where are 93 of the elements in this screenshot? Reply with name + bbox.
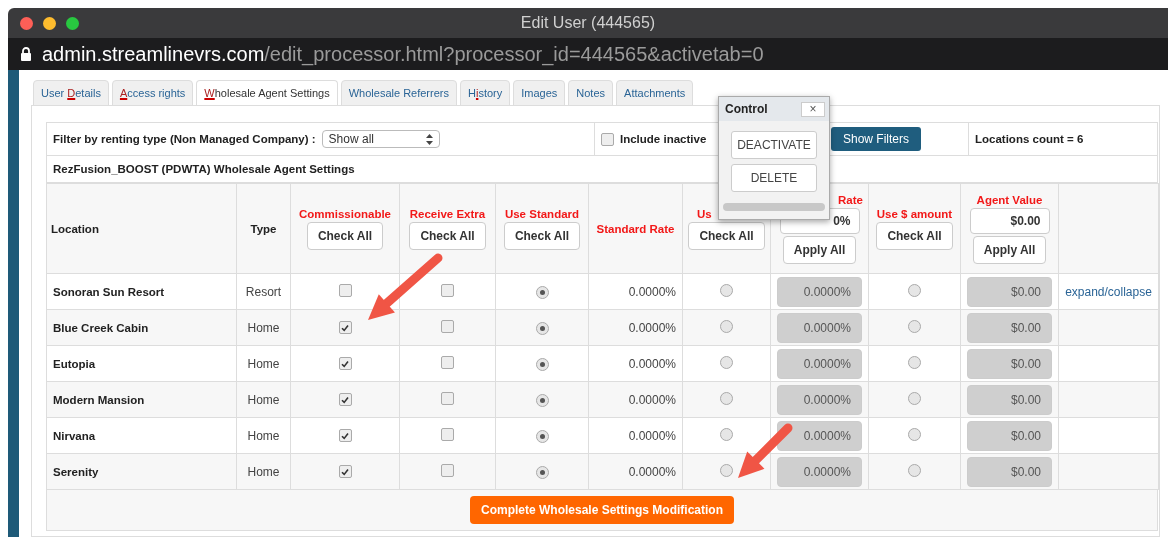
radio-button[interactable] — [908, 283, 921, 297]
tab[interactable]: Notes — [568, 80, 614, 106]
check-all-button[interactable]: Check All — [876, 221, 953, 250]
tab[interactable]: Access rights — [111, 80, 194, 106]
input-field[interactable]: $0.00 — [969, 207, 1050, 234]
column-header: Use Standard — [504, 207, 580, 220]
radio-button[interactable] — [720, 319, 733, 333]
type-text: Home — [247, 320, 280, 335]
radio-button[interactable] — [720, 355, 733, 369]
checkbox[interactable] — [441, 427, 454, 441]
include-inactive-label: Include inactive — [620, 133, 707, 145]
radio-button[interactable] — [720, 427, 733, 441]
column-header: Use $ amount — [876, 207, 953, 220]
popup-button[interactable]: DEACTIVATE — [731, 131, 817, 159]
radio-button[interactable] — [535, 466, 549, 479]
url-host: admin.streamlinevrs.com — [42, 42, 265, 65]
checkbox[interactable] — [601, 132, 614, 146]
type-text: Home — [247, 428, 280, 443]
rate-text: 0.0000% — [628, 464, 676, 479]
column-header: Agent Value — [976, 193, 1043, 206]
radio-button[interactable] — [535, 394, 549, 407]
checkbox[interactable] — [441, 319, 454, 333]
minimize-dot-icon[interactable] — [43, 16, 56, 30]
tab[interactable]: Wholesale Referrers — [340, 80, 457, 106]
window-title: Edit User (444565) — [520, 14, 656, 32]
popup-button[interactable]: DELETE — [731, 164, 817, 192]
radio-button[interactable] — [908, 427, 921, 441]
radio-button[interactable] — [720, 391, 733, 405]
check-all-button[interactable]: Check All — [409, 221, 486, 250]
radio-button[interactable] — [908, 319, 921, 333]
popup-title: Control — [725, 102, 768, 116]
apply-all-button[interactable]: Apply All — [972, 235, 1047, 264]
radio-button[interactable] — [535, 322, 549, 335]
radio-button[interactable] — [535, 286, 549, 299]
column-header: Location — [51, 222, 99, 235]
radio-button[interactable] — [535, 358, 549, 371]
rate-text: 0.0000% — [628, 284, 676, 299]
checkbox[interactable] — [338, 465, 352, 478]
column-header: Commissionable — [299, 207, 391, 220]
rate-text: 0.0000% — [628, 320, 676, 335]
checkbox[interactable] — [441, 463, 454, 477]
show-filters-button[interactable]: Show Filters — [831, 127, 922, 151]
location-name: Blue Creek Cabin — [53, 321, 149, 334]
checkbox[interactable] — [338, 357, 352, 370]
tab[interactable]: Wholesale Agent Settings — [196, 80, 338, 106]
rate-text: 0.0000% — [628, 428, 676, 443]
apply-all-button[interactable]: Apply All — [782, 235, 857, 264]
rate-text: 0.0000% — [628, 356, 676, 371]
tab[interactable]: History — [460, 80, 511, 106]
location-name: Modern Mansion — [53, 393, 145, 406]
radio-button[interactable] — [535, 430, 549, 443]
check-all-button[interactable]: Check All — [306, 221, 384, 250]
updown-arrows-icon — [425, 133, 433, 145]
url-path: /edit_processor.html?processor_id=444565&activetab=0 — [264, 42, 764, 66]
checkbox[interactable] — [441, 355, 454, 369]
type-text: Home — [247, 356, 280, 371]
radio-button[interactable] — [908, 463, 921, 477]
checkbox[interactable] — [441, 391, 454, 405]
radio-button[interactable] — [720, 463, 733, 477]
location-name: Sonoran Sun Resort — [53, 285, 165, 298]
location-name: Nirvana — [53, 429, 96, 442]
column-header: Rate — [838, 193, 863, 206]
tab[interactable]: Attachments — [616, 80, 694, 106]
type-text: Resort — [245, 284, 282, 299]
column-header: Type — [250, 222, 277, 235]
checkbox[interactable] — [338, 429, 352, 442]
locations-count: Locations count = 6 — [975, 133, 1084, 145]
rate-text: 0.0000% — [628, 392, 676, 407]
column-header: Receive Extra — [409, 207, 486, 220]
column-header: Us — [697, 207, 712, 220]
tab[interactable]: Images — [513, 80, 566, 106]
zoom-dot-icon[interactable] — [66, 16, 79, 30]
close-dot-icon[interactable] — [20, 16, 33, 30]
close-button[interactable]: × — [801, 101, 825, 117]
location-name: Eutopia — [53, 357, 96, 370]
radio-button[interactable] — [908, 391, 921, 405]
radio-button[interactable] — [908, 355, 921, 369]
checkbox[interactable] — [338, 393, 352, 406]
radio-button[interactable] — [720, 283, 733, 297]
checkbox[interactable] — [441, 283, 454, 297]
filter-label: Filter by renting type (Non Managed Company) : — [53, 133, 316, 145]
checkbox[interactable] — [338, 321, 352, 334]
column-header: Standard Rate — [596, 222, 675, 235]
check-all-button[interactable]: Check All — [688, 221, 765, 250]
check-all-button[interactable]: Check All — [503, 221, 581, 250]
type-text: Home — [247, 392, 280, 407]
lock-icon — [20, 46, 32, 62]
renting-type-select[interactable]: Show all — [321, 130, 440, 148]
type-text: Home — [247, 464, 280, 479]
location-name: Serenity — [53, 465, 99, 478]
scrollbar[interactable] — [723, 203, 825, 211]
checkbox[interactable] — [338, 283, 352, 297]
tab[interactable]: User Details — [33, 80, 109, 106]
